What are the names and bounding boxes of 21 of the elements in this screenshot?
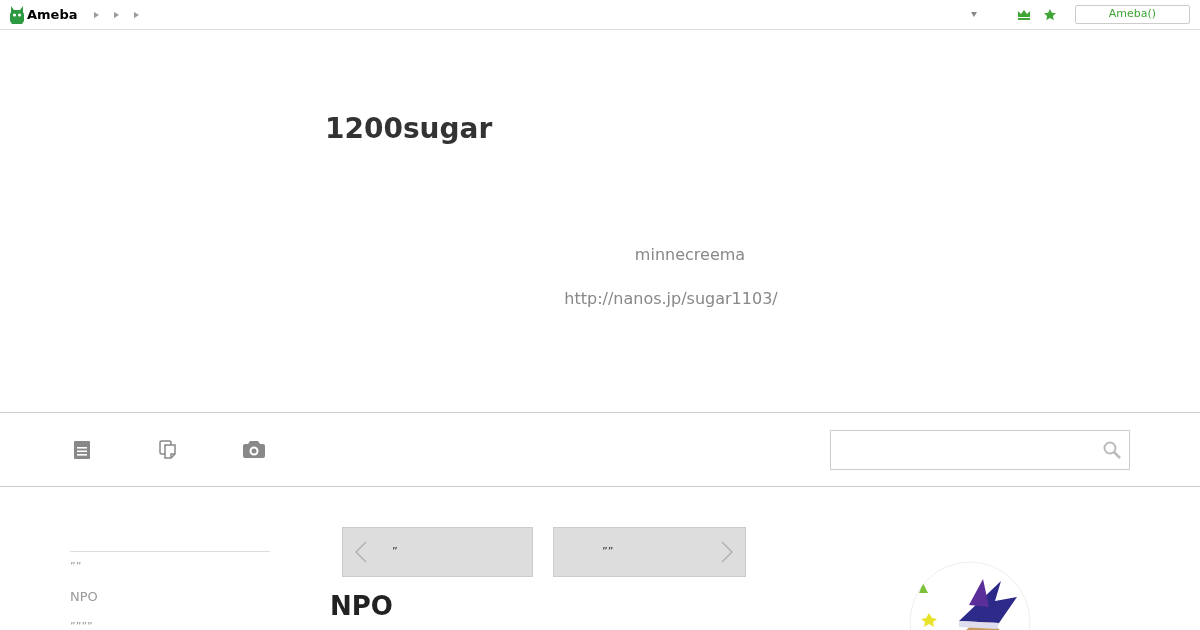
- camera-icon[interactable]: [243, 441, 265, 458]
- crown-icon[interactable]: [1018, 9, 1030, 20]
- chevron-left-icon: [355, 541, 367, 563]
- next-entry-button[interactable]: ””: [553, 527, 746, 577]
- copy-icon[interactable]: [159, 440, 177, 459]
- blog-title[interactable]: 1200sugar: [325, 112, 1200, 146]
- star-icon[interactable]: [1044, 9, 1056, 20]
- previous-entry-button[interactable]: ”: [342, 527, 534, 577]
- document-icon[interactable]: [74, 440, 90, 459]
- caret-right-icon[interactable]: [133, 11, 139, 18]
- blog-description: minnecreema: [634, 244, 746, 266]
- logo-text[interactable]: Ameba: [27, 4, 78, 25]
- blog-url: http://nanos.jp/sugar1103/: [564, 288, 778, 310]
- chevron-right-icon: [721, 541, 733, 563]
- logo-icon: [10, 5, 24, 24]
- search-icon[interactable]: [1103, 440, 1121, 459]
- caret-right-icon[interactable]: [93, 11, 99, 18]
- entry-title[interactable]: NPO: [330, 591, 746, 621]
- caret-right-icon[interactable]: [113, 11, 119, 18]
- search-field[interactable]: [830, 429, 1130, 470]
- dropdown-icon[interactable]: [971, 12, 977, 17]
